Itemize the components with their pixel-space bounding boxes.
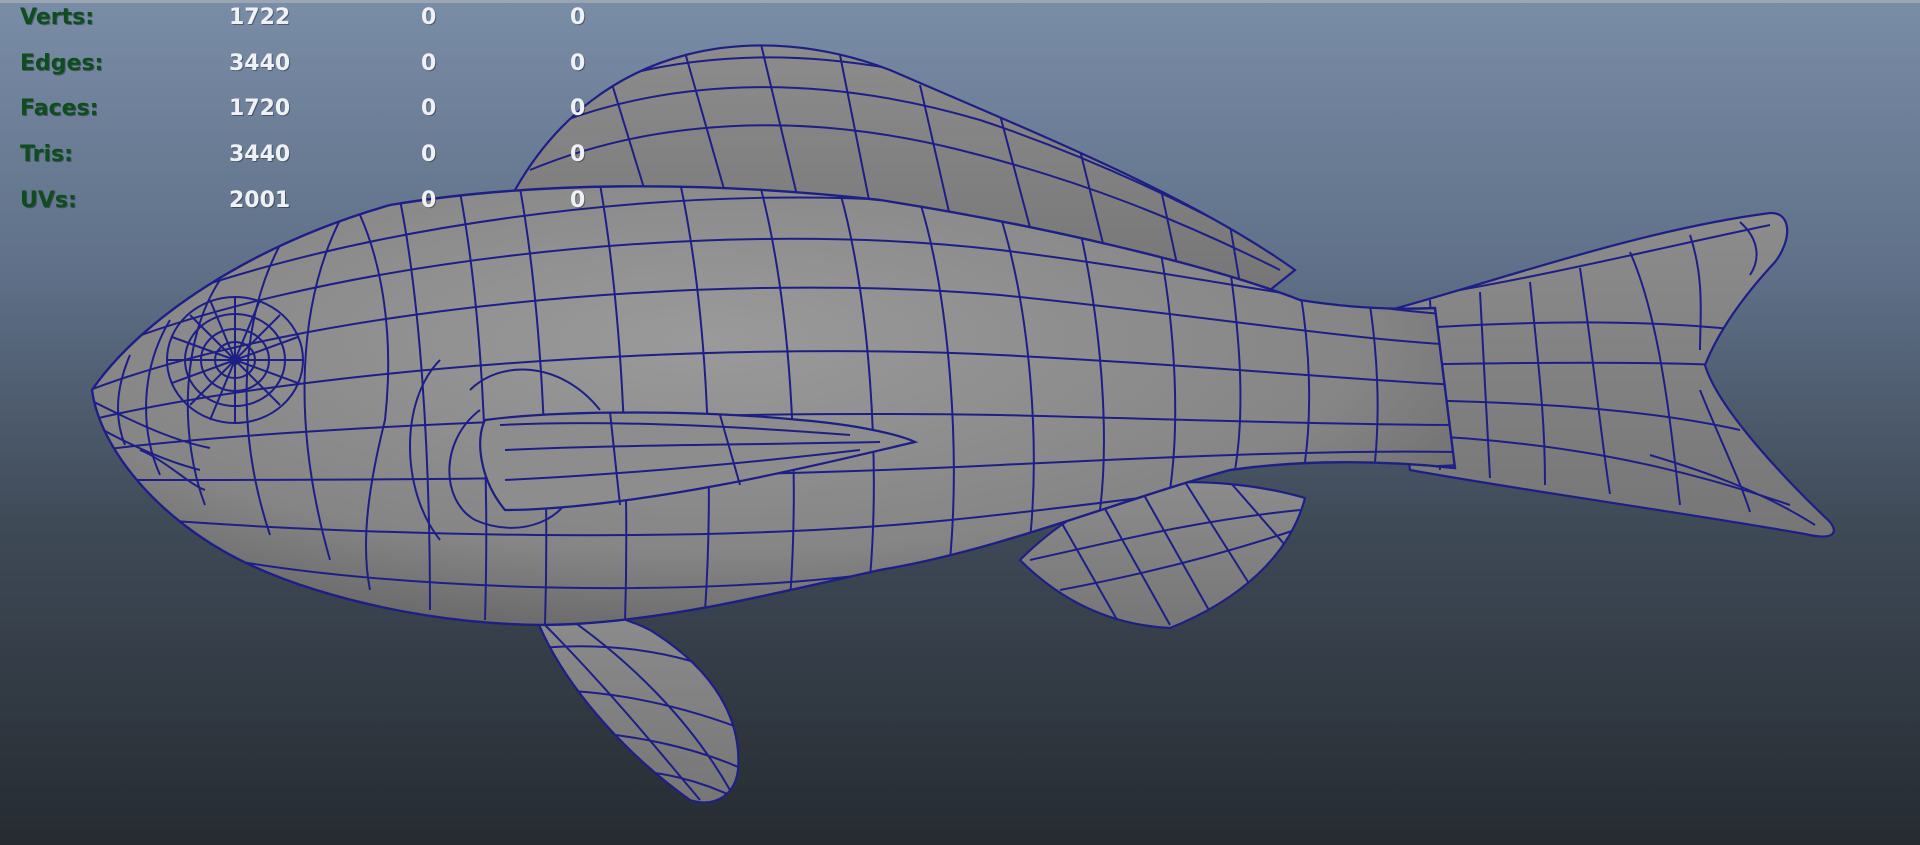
hud-edges-selected: 0 — [421, 51, 437, 76]
hud-label-tris: Tris: — [20, 142, 73, 167]
pelvic-fin — [533, 608, 740, 804]
hud-verts-third: 0 — [570, 5, 586, 30]
hud-row-edges: Edges: 3440 0 0 — [0, 47, 640, 81]
hud-label-uvs: UVs: — [20, 188, 77, 213]
poly-count-hud: Verts: 1722 0 0 Edges: 3440 0 0 Faces: 1… — [0, 0, 640, 230]
hud-verts-total: 1722 — [229, 5, 291, 30]
hud-row-faces: Faces: 1720 0 0 — [0, 92, 640, 126]
hud-row-verts: Verts: 1722 0 0 — [0, 1, 640, 35]
hud-label-edges: Edges: — [20, 51, 104, 76]
tail-fin — [1388, 211, 1835, 538]
hud-edges-third: 0 — [570, 51, 586, 76]
hud-label-verts: Verts: — [20, 5, 95, 30]
hud-row-tris: Tris: 3440 0 0 — [0, 138, 640, 172]
hud-faces-selected: 0 — [421, 96, 437, 121]
hud-uvs-total: 2001 — [229, 188, 291, 213]
hud-tris-third: 0 — [570, 142, 586, 167]
hud-verts-selected: 0 — [421, 5, 437, 30]
pupil — [229, 355, 241, 365]
hud-uvs-third: 0 — [570, 188, 586, 213]
3d-viewport[interactable]: Verts: 1722 0 0 Edges: 3440 0 0 Faces: 1… — [0, 0, 1920, 845]
hud-row-uvs: UVs: 2001 0 0 — [0, 184, 640, 218]
hud-faces-total: 1720 — [229, 96, 291, 121]
hud-tris-selected: 0 — [421, 142, 437, 167]
hud-tris-total: 3440 — [229, 142, 291, 167]
hud-uvs-selected: 0 — [421, 188, 437, 213]
hud-label-faces: Faces: — [20, 96, 99, 121]
hud-faces-third: 0 — [570, 96, 586, 121]
hud-edges-total: 3440 — [229, 51, 291, 76]
